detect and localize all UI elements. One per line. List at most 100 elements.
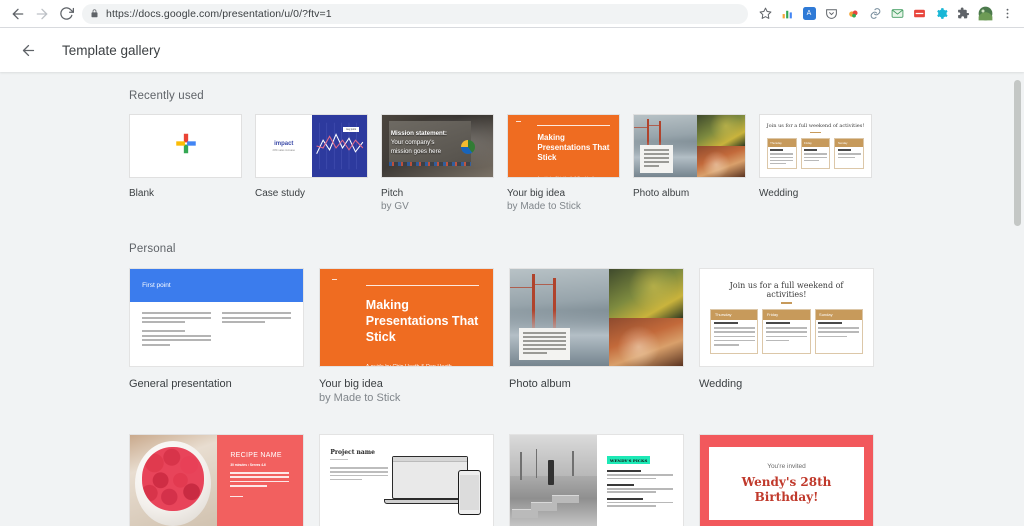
thumb-badge: key point (343, 127, 359, 132)
analytics-extension-icon[interactable] (776, 3, 798, 25)
pocket-extension-icon[interactable] (820, 3, 842, 25)
recently-used-row: Blank impact 20% sales increase key poin… (129, 114, 1024, 213)
thumb-caption-box (518, 328, 571, 361)
template-thumbnail[interactable]: You're invited Wendy's 28th Birthday! (699, 434, 874, 526)
template-thumbnail[interactable]: WENDY'S PICKS (509, 434, 684, 526)
template-thumbnail[interactable]: RECIPE NAME 30 minutes • Serves 4-6 (129, 434, 304, 526)
chrome-menu-icon[interactable] (996, 3, 1018, 25)
template-name: Wedding (699, 378, 743, 390)
template-name: Blank (129, 188, 155, 199)
page-header: Template gallery (0, 28, 1024, 72)
template-thumbnail[interactable] (633, 114, 746, 178)
thumb-title: Making Presentations That Stick (365, 298, 479, 345)
template-name: Pitch (381, 188, 404, 199)
laptop-graphic (391, 455, 468, 499)
scrollbar-thumb[interactable] (1014, 80, 1021, 226)
template-card-wedding[interactable]: Join us for a full weekend of activities… (699, 268, 874, 405)
template-card-photo-album[interactable]: Photo album (633, 114, 746, 213)
template-card-your-big-idea[interactable]: Making Presentations That Stick A guide … (319, 268, 494, 405)
thumb-line-3: mission goes here (390, 147, 442, 155)
honey-extension-icon[interactable] (842, 3, 864, 25)
thumb-col-header: Friday (763, 309, 810, 320)
template-name: Case study (255, 188, 306, 199)
template-author: by GV (381, 201, 409, 212)
template-name: Photo album (633, 188, 690, 199)
thumb-title: Wendy's 28th Birthday! (741, 474, 832, 504)
thumb-title: impact (274, 140, 294, 147)
template-name: General presentation (129, 378, 232, 390)
thumb-caption-box (639, 145, 673, 174)
thumb-col-header: Thursday (711, 309, 758, 320)
thumb-col-header: Thursday (767, 139, 796, 147)
translate-extension-icon[interactable]: A (798, 3, 820, 25)
template-card-party-invite[interactable]: You're invited Wendy's 28th Birthday! Pa… (699, 434, 874, 526)
template-card-wedding[interactable]: Join us for a full weekend of activities… (759, 114, 872, 213)
link-extension-icon[interactable] (864, 3, 886, 25)
thumb-tag: WENDY'S PICKS (606, 456, 651, 465)
thumb-title: Project name (330, 448, 375, 456)
settings-extension-icon[interactable] (930, 3, 952, 25)
template-card-general-presentation[interactable]: First point General presentation (129, 268, 304, 405)
template-thumbnail[interactable]: Join us for a full weekend of activities… (699, 268, 874, 367)
thumb-meta: 30 minutes • Serves 4-6 (230, 463, 266, 468)
template-author: by Made to Stick (507, 201, 581, 212)
template-thumbnail[interactable] (509, 268, 684, 367)
recently-used-heading: Recently used (129, 90, 204, 102)
template-name: Wedding (759, 188, 799, 199)
template-thumbnail[interactable]: Mission statement: Your company's missio… (381, 114, 494, 178)
forward-button[interactable] (30, 2, 54, 26)
toolbar-icons: A (754, 3, 1018, 25)
template-name: Photo album (509, 378, 571, 390)
gallery-back-button[interactable] (10, 32, 46, 68)
thumb-subtitle: You're invited (767, 462, 806, 470)
thumb-title: First point (142, 281, 171, 289)
url-text: https://docs.google.com/presentation/u/0… (106, 7, 332, 20)
personal-heading: Personal (129, 243, 176, 255)
template-gallery-content: Recently used Blank impact 20% sales inc… (0, 72, 1024, 526)
template-card-portfolio[interactable]: Project name Portfolio (319, 434, 494, 526)
template-name: Your big idea (507, 188, 566, 199)
thumb-heading: Join us for a full weekend of activities… (766, 122, 865, 129)
star-icon[interactable] (754, 3, 776, 25)
thumb-heading: Join us for a full weekend of activities… (729, 281, 844, 300)
back-button[interactable] (6, 2, 30, 26)
template-name: Your big idea (319, 378, 383, 390)
template-thumbnail[interactable]: Making Presentations That Stick A guide … (319, 268, 494, 367)
template-thumbnail[interactable]: Project name (319, 434, 494, 526)
thumb-col-header: Friday (801, 139, 830, 147)
reload-button[interactable] (54, 2, 78, 26)
template-card-lookbook[interactable]: WENDY'S PICKS Lookbook (509, 434, 684, 526)
thumb-byline: A guide by Chip Heath & Dan Heath (366, 364, 479, 366)
template-card-pitch[interactable]: Mission statement: Your company's missio… (381, 114, 494, 213)
puzzle-extensions-icon[interactable] (952, 3, 974, 25)
template-thumbnail[interactable]: Join us for a full weekend of activities… (759, 114, 872, 178)
thumb-byline: A guide by Chip Heath & Dan Heath (537, 176, 610, 177)
template-card-blank[interactable]: Blank (129, 114, 242, 213)
template-card-recipe-book[interactable]: RECIPE NAME 30 minutes • Serves 4-6 Reci… (129, 434, 304, 526)
template-card-photo-album[interactable]: Photo album (509, 268, 684, 405)
address-bar[interactable]: https://docs.google.com/presentation/u/0… (82, 3, 748, 24)
template-thumbnail[interactable] (129, 114, 242, 178)
template-card-your-big-idea[interactable]: Making Presentations That Stick A guide … (507, 114, 620, 213)
profile-avatar[interactable] (974, 3, 996, 25)
personal-grid: First point General presentation Making … (129, 268, 1024, 526)
thumb-title: Making Presentations That Stick (537, 133, 610, 163)
template-thumbnail[interactable]: Making Presentations That Stick A guide … (507, 114, 620, 178)
thumb-subtitle: 20% sales increase (272, 148, 296, 152)
mail-extension-icon[interactable] (886, 3, 908, 25)
browser-toolbar: https://docs.google.com/presentation/u/0… (0, 0, 1024, 28)
lock-icon (90, 9, 99, 18)
google-plus-icon (173, 131, 199, 162)
vertical-scrollbar[interactable] (1011, 72, 1024, 526)
template-card-case-study[interactable]: impact 20% sales increase key point Case… (255, 114, 368, 213)
template-thumbnail[interactable]: impact 20% sales increase key point (255, 114, 368, 178)
thumb-line-1: Mission statement: (390, 129, 447, 137)
template-author: by Made to Stick (319, 392, 401, 404)
thumb-line-2: Your company's (390, 138, 435, 146)
template-thumbnail[interactable]: First point (129, 268, 304, 367)
phone-graphic (458, 469, 481, 516)
thumb-col-header: Sunday (835, 139, 864, 147)
red-extension-icon[interactable] (908, 3, 930, 25)
thumb-title: RECIPE NAME (230, 452, 282, 460)
thumb-col-header: Sunday (815, 309, 862, 320)
